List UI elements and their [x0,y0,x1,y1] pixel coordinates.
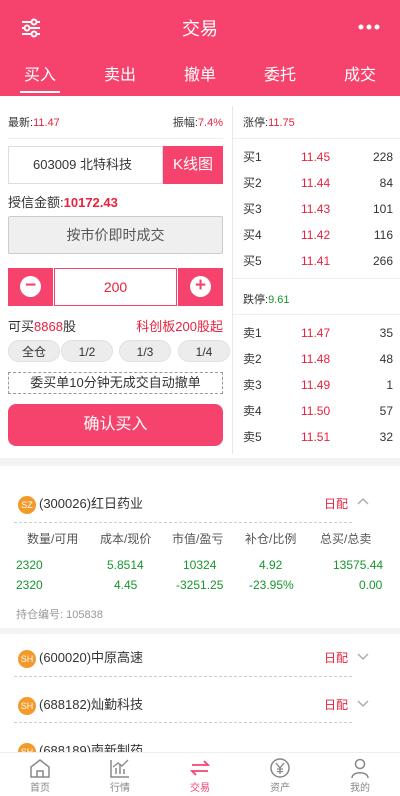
limit-down: 跌停:9.61 [243,294,290,306]
app-header: 交易 [0,0,400,56]
market-order-button[interactable]: 按市价即时成交 [8,216,223,254]
tab-buy[interactable]: 买入 [0,56,80,96]
section-gap [0,458,400,466]
divider [14,676,352,677]
bid-row: 买5 11.41 266 [243,254,393,268]
can-buy: 可买8868股 [8,319,76,334]
tabbar-item-home[interactable]: 首页 [0,753,80,796]
more-icon[interactable] [358,22,380,32]
kline-button[interactable]: K线图 [163,146,223,184]
order-book: 涨停:11.75 买1 11.45 228 买2 11.44 84 买3 11.43 101… [232,106,400,454]
tab-cancel[interactable]: 撤单 [160,56,240,96]
tabbar-item-mine[interactable]: 我的 [320,753,400,796]
market-badge: SH [18,649,36,668]
table-cell: 4.92 [259,558,283,572]
minus-icon: − [20,276,41,297]
margin-tag: 日配 [324,497,349,511]
position-third-button[interactable]: 1/3 [119,340,171,362]
holding-title: SH (688182)灿勤科技 [18,694,143,715]
position-quarter-button[interactable]: 1/4 [178,340,230,362]
position-full-button[interactable]: 全仓 [8,340,60,362]
ask-row: 卖2 11.48 48 [243,352,393,366]
latest-price: 最新:11.47 [8,117,60,129]
table-cell: 0.00 [359,578,383,592]
bid-row: 买2 11.44 84 [243,176,393,190]
tab-deals[interactable]: 成交 [320,56,400,96]
divider [233,278,400,279]
ask-row: 卖1 11.47 35 [243,326,393,340]
divider [14,522,352,523]
column-header: 补仓/比例 [245,532,297,546]
home-icon [30,759,50,778]
bottom-tabbar: 首页 行情 交易 资产 我的 [0,752,400,796]
holding-id: 持仓编号: 105838 [16,609,103,621]
table-cell: 5.8514 [107,558,144,572]
ask-row: 卖4 11.50 57 [243,404,393,418]
column-header: 市值/盈亏 [172,532,224,546]
margin-tag: 日配 [324,651,349,665]
chevron-down-icon[interactable] [356,649,370,663]
table-cell: -3251.25 [176,578,224,592]
user-icon [351,758,369,779]
column-header: 成本/现价 [100,532,152,546]
stock-input[interactable]: 603009 北特科技 [8,146,163,184]
board-limit-note: 科创板200股起 [136,319,223,334]
divider [233,138,400,139]
page-title: 交易 [182,19,218,39]
tabbar-item-assets[interactable]: 资产 [240,753,320,796]
market-badge: SZ [18,495,36,514]
table-cell: 13575.44 [333,558,384,572]
margin-tag: 日配 [324,698,349,712]
chart-icon [110,759,129,778]
position-options: 全仓 1/2 1/3 1/4 [0,340,232,362]
divider [233,314,400,315]
holding-title: SZ (300026)红日药业 [18,493,143,514]
trade-tabs: 买入 卖出 撤单 委托 成交 [0,56,400,96]
table-cell: 4.45 [114,578,138,592]
holding-title: SH (600020)中原高速 [18,647,143,668]
tab-orders[interactable]: 委托 [240,56,320,96]
settings-sliders-icon[interactable] [20,17,42,39]
bid-row: 买3 11.43 101 [243,202,393,216]
auto-cancel-note: 委买单10分钟无成交自动撤单 [8,372,223,394]
section-gap [0,628,400,634]
divider [8,138,223,139]
limit-up: 涨停:11.75 [243,117,295,129]
market-badge: SH [18,696,36,715]
bid-row: 买4 11.42 116 [243,228,393,242]
tabbar-item-market[interactable]: 行情 [80,753,160,796]
plus-icon: + [190,276,211,297]
position-half-button[interactable]: 1/2 [61,340,113,362]
confirm-buy-button[interactable]: 确认买入 [8,404,223,446]
ask-row: 卖3 11.49 1 [243,378,393,392]
tabbar-item-trade[interactable]: 交易 [160,753,240,796]
yen-icon [270,758,290,778]
bid-row: 买1 11.45 228 [243,150,393,164]
exchange-icon [189,760,211,776]
table-cell: 10324 [183,558,217,572]
tab-sell[interactable]: 卖出 [80,56,160,96]
column-header: 数量/可用 [27,532,79,546]
chevron-up-icon[interactable] [356,495,370,509]
amplitude: 振幅:7.4% [172,117,223,129]
table-cell: -23.95% [249,578,294,592]
decrease-button[interactable]: − [8,268,53,306]
increase-button[interactable]: + [178,268,223,306]
column-header: 总买/总卖 [320,532,372,546]
quantity-stepper: − 200 + [8,268,223,306]
quantity-input[interactable]: 200 [54,268,177,306]
table-cell: 2320 [16,558,43,572]
credit-amount: 授信金额:10172.43 [8,195,118,210]
chevron-down-icon[interactable] [356,696,370,710]
divider [14,722,352,723]
table-cell: 2320 [16,578,43,592]
ask-row: 卖5 11.51 32 [243,430,393,444]
